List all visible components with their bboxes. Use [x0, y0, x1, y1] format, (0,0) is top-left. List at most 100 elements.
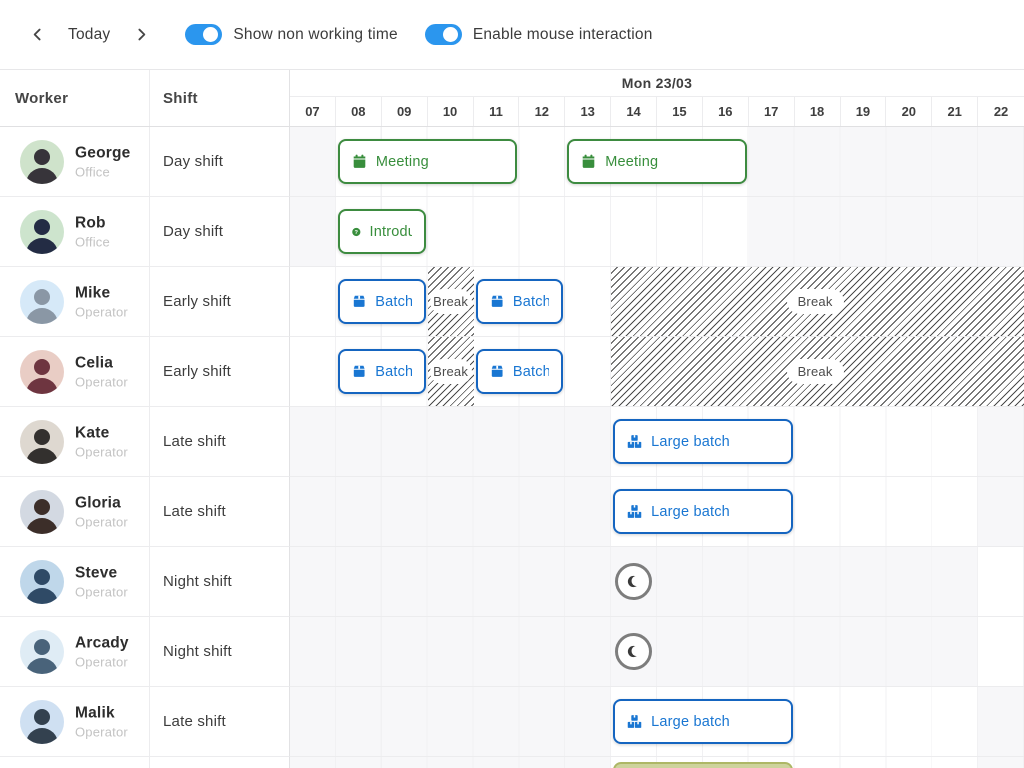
- scheduler-row: CeliaOperatorEarly shiftBreakBreakBatchB…: [0, 337, 1024, 407]
- hour-header-cell[interactable]: 20: [886, 97, 932, 126]
- worker-column-header[interactable]: Worker: [0, 70, 150, 126]
- hour-header-cell[interactable]: 10: [428, 97, 474, 126]
- worker-cell[interactable]: GloriaOperator: [0, 477, 150, 546]
- timeline-row[interactable]: Large batch: [290, 687, 1024, 757]
- worker-row-cells[interactable]: KateOperator Late shift: [0, 407, 290, 477]
- timeline-row[interactable]: [290, 547, 1024, 617]
- worker-row-cells[interactable]: SteveOperator Night shift: [0, 547, 290, 617]
- event-meeting[interactable]: Meeting: [567, 139, 747, 184]
- worker-role: Office: [75, 164, 130, 179]
- hour-header-cell[interactable]: 22: [978, 97, 1024, 126]
- worker-row-cells[interactable]: [0, 757, 290, 768]
- hour-header-cell[interactable]: 12: [519, 97, 565, 126]
- worker-cell[interactable]: [0, 757, 150, 768]
- worker-identity: SteveOperator: [75, 564, 128, 599]
- toggle-switch-icon[interactable]: [425, 24, 462, 45]
- worker-row-cells[interactable]: CeliaOperatorEarly shift: [0, 337, 290, 407]
- hour-header-cell[interactable]: 09: [382, 97, 428, 126]
- toggle-label: Enable mouse interaction: [473, 26, 653, 44]
- hour-header-cell[interactable]: 19: [841, 97, 887, 126]
- timeline-row[interactable]: BreakBreakBatchBatch: [290, 267, 1024, 337]
- event-large-batch[interactable]: Large batch: [613, 762, 793, 768]
- timeline-row[interactable]: [290, 617, 1024, 687]
- timeline-row[interactable]: ?Introduction: [290, 197, 1024, 267]
- person-silhouette-icon: [20, 560, 64, 604]
- avatar: [20, 420, 64, 464]
- timeline-row[interactable]: Large batch: [290, 407, 1024, 477]
- event-large-batch[interactable]: Large batch: [613, 489, 793, 534]
- box-icon: [490, 364, 504, 379]
- timeline-row[interactable]: Meeting Meeting: [290, 127, 1024, 197]
- shift-cell[interactable]: Late shift: [150, 477, 289, 546]
- avatar: [20, 630, 64, 674]
- toggle-show-non-working-time[interactable]: Show non working time: [185, 24, 397, 45]
- today-button[interactable]: Today: [68, 26, 110, 44]
- event-introduction[interactable]: ?Introduction: [338, 209, 426, 254]
- hour-header-cell[interactable]: 21: [932, 97, 978, 126]
- worker-row-cells[interactable]: GloriaOperatorLate shift: [0, 477, 290, 547]
- hour-header-cell[interactable]: 18: [795, 97, 841, 126]
- event-large-batch[interactable]: Large batch: [613, 699, 793, 744]
- night-shift-moon-event[interactable]: [615, 563, 652, 600]
- scheduler-row: Large batch: [0, 757, 1024, 768]
- night-shift-moon-event[interactable]: [615, 633, 652, 670]
- event-batch[interactable]: Batch: [338, 279, 426, 324]
- nonworking-time-region: [290, 757, 611, 768]
- event-large-batch[interactable]: Large batch: [613, 419, 793, 464]
- worker-identity: MikeOperator: [75, 284, 128, 319]
- worker-cell[interactable]: MikeOperator: [0, 267, 150, 336]
- hour-header-row: 07080910111213141516171819202122: [290, 97, 1024, 126]
- shift-cell[interactable]: Night shift: [150, 547, 289, 616]
- hour-header-cell[interactable]: 15: [657, 97, 703, 126]
- event-batch[interactable]: Batch: [476, 279, 564, 324]
- hour-header-cell[interactable]: 13: [565, 97, 611, 126]
- worker-row-cells[interactable]: ArcadyOperatorNight shift: [0, 617, 290, 687]
- hour-header-cell[interactable]: 11: [474, 97, 520, 126]
- worker-cell[interactable]: RobOffice: [0, 197, 150, 266]
- toggle-enable-mouse-interaction[interactable]: Enable mouse interaction: [425, 24, 653, 45]
- shift-cell[interactable]: Day shift: [150, 197, 289, 266]
- shift-cell[interactable]: Early shift: [150, 337, 289, 406]
- worker-cell[interactable]: SteveOperator: [0, 547, 150, 616]
- worker-name: Rob: [75, 214, 110, 232]
- toggle-switch-icon[interactable]: [185, 24, 222, 45]
- previous-button[interactable]: [20, 18, 54, 52]
- worker-cell[interactable]: CeliaOperator: [0, 337, 150, 406]
- worker-identity: KateOperator: [75, 424, 128, 459]
- hour-header-cell[interactable]: 08: [336, 97, 382, 126]
- shift-cell[interactable]: Late shift: [150, 687, 289, 756]
- hour-header-cell[interactable]: 16: [703, 97, 749, 126]
- person-silhouette-icon: [20, 420, 64, 464]
- nonworking-time-region: [290, 687, 611, 756]
- shift-cell[interactable]: Day shift: [150, 127, 289, 196]
- scheduler-row: ArcadyOperatorNight shift: [0, 617, 1024, 687]
- worker-cell[interactable]: KateOperator: [0, 407, 150, 476]
- shift-cell[interactable]: Night shift: [150, 617, 289, 686]
- timeline-row[interactable]: BreakBreakBatchBatch: [290, 337, 1024, 407]
- next-button[interactable]: [124, 18, 158, 52]
- avatar: [20, 350, 64, 394]
- shift-column-header[interactable]: Shift: [150, 70, 289, 126]
- hour-header-cell[interactable]: 07: [290, 97, 336, 126]
- timeline-row[interactable]: Large batch: [290, 477, 1024, 547]
- worker-cell[interactable]: ArcadyOperator: [0, 617, 150, 686]
- event-batch[interactable]: Batch: [338, 349, 426, 394]
- shift-cell[interactable]: Early shift: [150, 267, 289, 336]
- event-label: Batch: [513, 364, 549, 380]
- nonworking-time-region: [290, 407, 611, 476]
- worker-row-cells[interactable]: MikeOperator Early shift: [0, 267, 290, 337]
- hour-header-cell[interactable]: 14: [611, 97, 657, 126]
- worker-row-cells[interactable]: GeorgeOfficeDay shift: [0, 127, 290, 197]
- event-batch[interactable]: Batch: [476, 349, 564, 394]
- worker-row-cells[interactable]: RobOfficeDay shift: [0, 197, 290, 267]
- hour-header-cell[interactable]: 17: [749, 97, 795, 126]
- timeline-row[interactable]: Large batch: [290, 757, 1024, 768]
- shift-cell[interactable]: Late shift: [150, 407, 289, 476]
- event-label: Batch: [375, 294, 411, 310]
- worker-cell[interactable]: MalikOperator: [0, 687, 150, 756]
- event-meeting[interactable]: Meeting: [338, 139, 518, 184]
- shift-cell[interactable]: [150, 757, 289, 768]
- event-label: Large batch: [651, 504, 730, 520]
- worker-row-cells[interactable]: MalikOperatorLate shift: [0, 687, 290, 757]
- worker-cell[interactable]: GeorgeOffice: [0, 127, 150, 196]
